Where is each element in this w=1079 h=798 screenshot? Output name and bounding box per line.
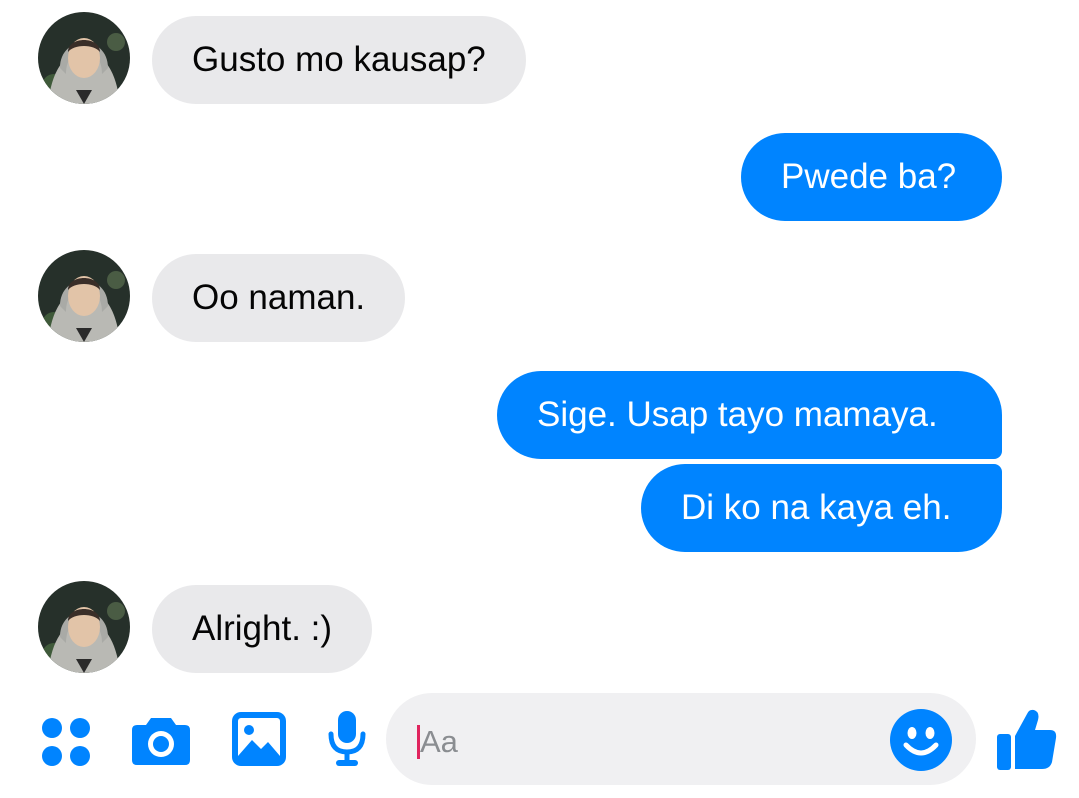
incoming-message-bubble[interactable]: Alright. :) [152,585,373,673]
message-text: Sige. Usap tayo mamaya. [537,395,938,434]
camera-icon[interactable] [131,714,191,771]
avatar[interactable] [38,250,130,342]
message-text: Gusto mo kausap? [192,40,486,79]
message-text: Pwede ba? [781,157,957,196]
thumbs-up-icon[interactable] [997,708,1057,775]
incoming-message-bubble[interactable]: Oo naman. [152,254,406,342]
microphone-icon[interactable] [327,710,367,773]
emoji-icon[interactable] [890,709,952,776]
message-text: Oo naman. [192,278,366,317]
avatar[interactable] [38,12,130,104]
outgoing-message-bubble[interactable]: Pwede ba? [741,133,1002,221]
chat-thread: Gusto mo kausap? Pwede ba? Oo naman. Sig… [0,0,1079,798]
gallery-icon[interactable] [232,712,286,771]
message-text: Di ko na kaya eh. [681,488,952,527]
incoming-message-bubble[interactable]: Gusto mo kausap? [152,16,526,104]
menu-dots-icon[interactable] [40,716,92,773]
message-input[interactable]: Aa [386,693,976,785]
avatar[interactable] [38,581,130,673]
message-input-placeholder: Aa [420,724,458,759]
outgoing-message-bubble[interactable]: Sige. Usap tayo mamaya. [497,371,1002,459]
composer-bar: Aa [0,690,1079,798]
outgoing-message-bubble[interactable]: Di ko na kaya eh. [641,464,1002,552]
message-text: Alright. :) [192,609,333,648]
